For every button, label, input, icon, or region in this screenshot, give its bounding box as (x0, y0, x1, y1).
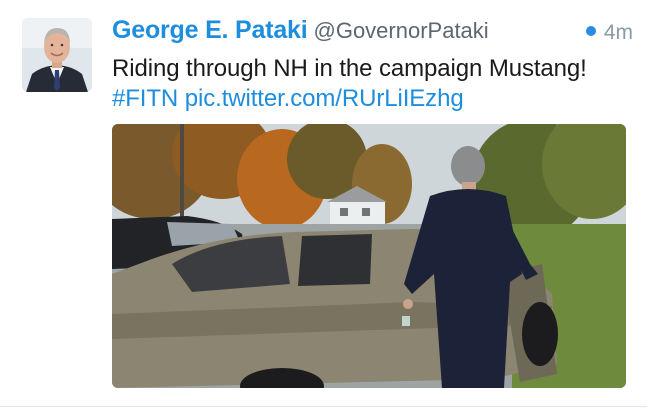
tweet-body: Riding through NH in the campaign Mustan… (112, 55, 587, 82)
avatar[interactable] (22, 18, 92, 92)
tweet-text: Riding through NH in the campaign Mustan… (112, 54, 632, 114)
tweet-card[interactable]: George E. Pataki @GovernorPataki 4m Ridin… (0, 0, 647, 417)
tweet-photo[interactable] (112, 124, 626, 388)
time-text: 4m (603, 21, 633, 44)
timestamp: 4m (585, 21, 633, 45)
hashtag-link[interactable]: #FITN (112, 85, 178, 112)
media-link[interactable]: pic.twitter.com/RUrLiIEzhg (185, 85, 464, 112)
unread-dot-icon (585, 26, 596, 36)
author-name[interactable]: George E. Pataki (112, 16, 308, 44)
author-handle[interactable]: @GovernorPataki (314, 18, 489, 43)
tweet-header: George E. Pataki @GovernorPataki (112, 16, 632, 48)
divider (0, 406, 647, 407)
